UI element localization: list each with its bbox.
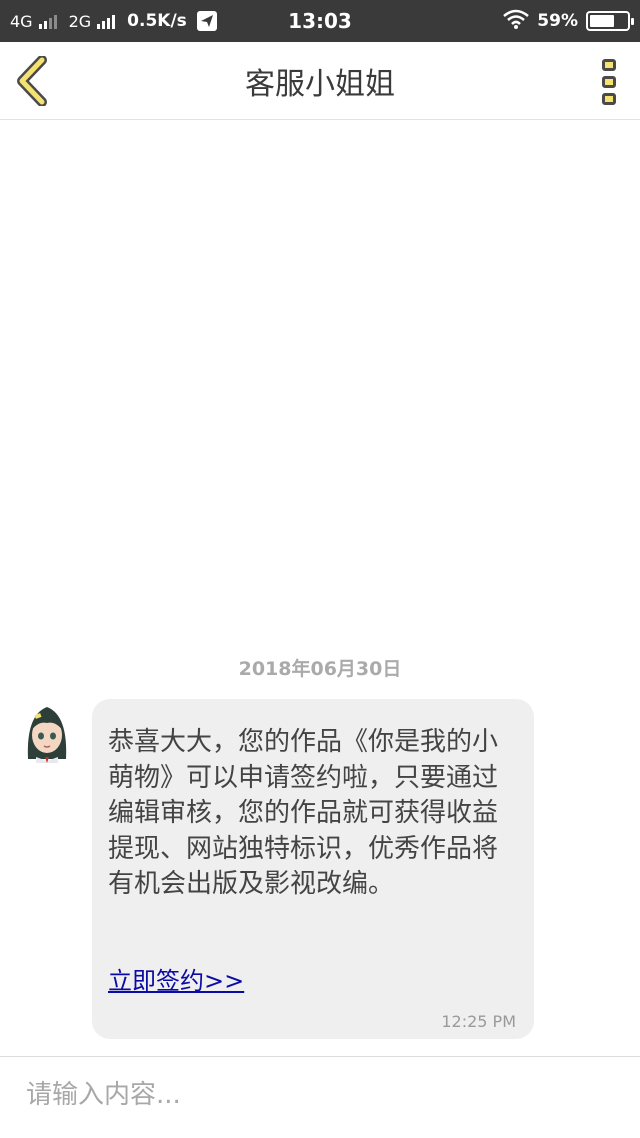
signal-icon (97, 13, 116, 29)
sign-now-link[interactable]: 立即签约>> (108, 961, 244, 996)
message-input[interactable] (26, 1073, 616, 1117)
wifi-icon (503, 9, 530, 34)
more-dot-icon (602, 59, 616, 71)
network-label-2: 2G (68, 11, 92, 31)
telegram-icon (196, 11, 217, 31)
battery-icon (586, 11, 634, 31)
date-separator: 2018年06月30日 (238, 658, 402, 680)
message-bubble: 恭喜大大，您的作品《你是我的小萌物》可以申请签约啦，只要通过编辑审核，您的作品就… (92, 699, 534, 1039)
message-time: 12:25 PM (441, 1012, 516, 1031)
network-speed: 0.5K/s (127, 11, 187, 31)
network-label-1: 4G (10, 11, 33, 31)
signal-icon (38, 13, 57, 29)
status-left: 4G 2G 0.5K/s (10, 11, 217, 31)
chat-area[interactable]: 2018年06月30日 恭喜大大，您的作品《你是我的小萌物》可以申请签约啦，只要… (0, 121, 640, 1056)
page-title: 客服小姐姐 (245, 67, 395, 102)
more-button[interactable] (602, 59, 618, 105)
chat-screen: 4G 2G 0.5K/s 13:03 59% 客服小姐姐 2018年06月30日… (0, 0, 640, 1138)
status-bar: 4G 2G 0.5K/s 13:03 59% (0, 0, 640, 42)
more-dot-icon (602, 76, 616, 88)
avatar[interactable] (22, 701, 72, 763)
battery-percent: 59% (537, 11, 578, 31)
more-dot-icon (602, 93, 616, 105)
input-bar (0, 1056, 640, 1138)
header: 客服小姐姐 (0, 42, 640, 120)
status-right: 59% (503, 0, 634, 42)
message-text: 恭喜大大，您的作品《你是我的小萌物》可以申请签约啦，只要通过编辑审核，您的作品就… (108, 727, 499, 899)
